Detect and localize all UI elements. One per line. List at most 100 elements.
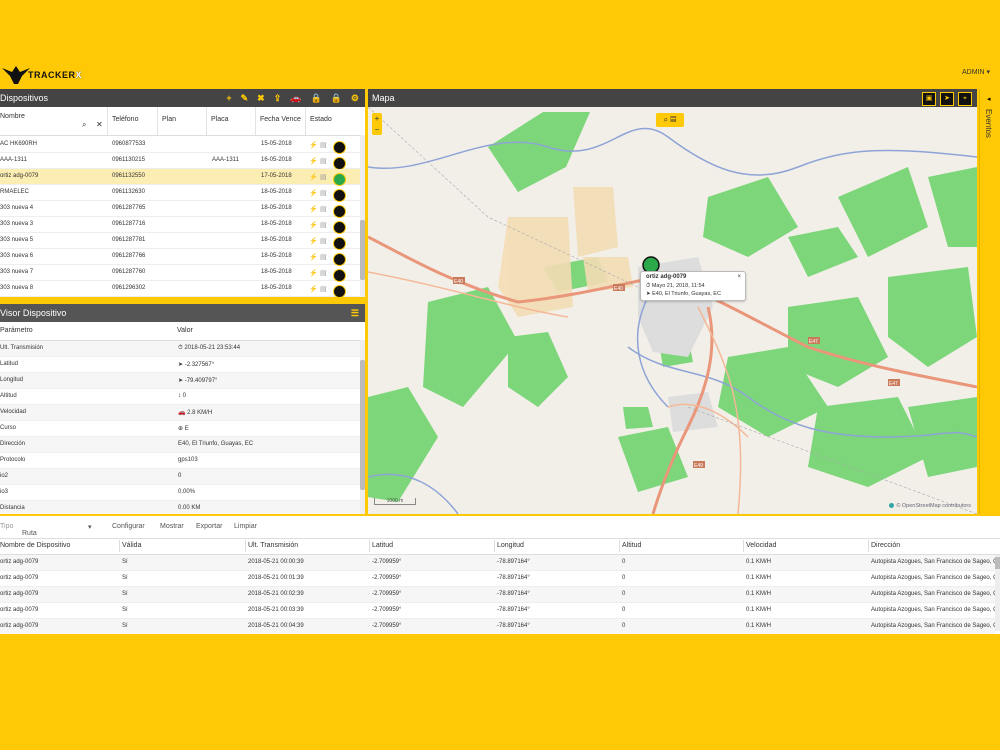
history-cell: 0 — [622, 623, 626, 629]
signal-icon: ⚡ — [309, 254, 318, 261]
zoom-control[interactable]: + − — [372, 113, 382, 135]
road-label: E49 — [694, 463, 703, 469]
device-name: 303 nueva 5 — [0, 237, 34, 243]
history-col[interactable]: Altitud — [622, 542, 641, 549]
history-cell: ortiz adg-0079 — [0, 591, 39, 597]
clear-filter-icon[interactable]: ✕ — [96, 120, 103, 129]
param-name: io2 — [0, 473, 9, 479]
device-row[interactable]: 303 nueva 3 0961287716 18-05-2018 ⚡ ▤ — [0, 217, 360, 234]
device-name: 303 nueva 4 — [0, 205, 34, 211]
delete-icon[interactable]: ✖ — [257, 89, 265, 107]
device-phone: 0961287765 — [112, 205, 146, 211]
history-rows: ortiz adg-0079 Sí 2018-05-21 00:00:39 -2.70… — [0, 555, 1000, 634]
history-row[interactable]: ortiz adg-0079 Sí 2018-05-21 00:00:39 -2.70… — [0, 555, 1000, 571]
signal-icon: ⚡ — [309, 206, 318, 213]
col-nombre[interactable]: Nombre ⌕ ✕ — [0, 107, 108, 135]
device-row[interactable]: 303 nueva 8 0961296302 18-05-2018 ⚡ ▤ — [0, 281, 360, 297]
param-name: io3 — [0, 489, 9, 495]
history-cell: Sí — [122, 575, 128, 581]
col-plan[interactable]: Plan — [158, 107, 207, 135]
col-telefono[interactable]: Teléfono — [108, 107, 158, 135]
history-col[interactable]: Ult. Transmisión — [248, 542, 298, 549]
vehicle-icon[interactable]: 🚗 — [290, 89, 301, 107]
param-value: ⊕ E — [178, 426, 189, 432]
limpiar-button[interactable]: Limpiar — [234, 523, 257, 530]
search-icon[interactable]: ⌕ — [82, 120, 86, 130]
col-fecha-vence[interactable]: Fecha Vence — [256, 107, 306, 135]
lock-icon[interactable]: 🔒 — [331, 89, 342, 107]
col-estado[interactable]: Estado — [306, 107, 360, 135]
expand-events-icon[interactable]: ◂ — [987, 95, 991, 103]
history-col[interactable]: Dirección — [871, 542, 900, 549]
history-row[interactable]: ortiz adg-0079 Sí 2018-05-21 00:01:39 -2.70… — [0, 571, 1000, 587]
user-menu[interactable]: ADMIN ▾ — [962, 68, 990, 76]
mostrar-button[interactable]: Mostrar — [160, 523, 184, 530]
popup-close-icon[interactable]: × — [737, 274, 741, 280]
device-name: ortiz adg-0079 — [0, 173, 39, 179]
device-row[interactable]: 303 nueva 4 0961287765 18-05-2018 ⚡ ▤ — [0, 201, 360, 218]
history-col[interactable]: Velocidad — [746, 542, 776, 549]
road-label: E40 — [454, 279, 463, 285]
history-row[interactable]: ortiz adg-0079 Sí 2018-05-21 00:04:39 -2.70… — [0, 619, 1000, 634]
history-col[interactable]: Latitud — [372, 542, 393, 549]
param-name: Ult. Transmisión — [0, 345, 44, 351]
navigate-icon[interactable]: ➤ — [940, 92, 954, 106]
param-name: Distancia — [0, 505, 25, 511]
tipo-label: Tipo — [0, 523, 14, 530]
map-canvas[interactable]: E40 E40 E47 E47 E49 — [368, 107, 977, 514]
history-row[interactable]: ortiz adg-0079 Sí 2018-05-21 00:02:39 -2.70… — [0, 587, 1000, 603]
battery-icon: ▤ — [320, 190, 327, 197]
events-sidebar[interactable]: ◂ Eventos — [979, 89, 1000, 514]
signal-icon: ⚡ — [309, 158, 318, 165]
device-row[interactable]: 303 nueva 7 0961287760 18-05-2018 ⚡ ▤ — [0, 265, 360, 282]
settings-icon[interactable]: ⚙ — [351, 89, 359, 107]
upload-icon[interactable]: ⇪ — [274, 89, 282, 107]
map-search-icon[interactable]: ⌕ ▤ — [656, 113, 684, 127]
device-phone: 0960877533 — [112, 141, 146, 147]
lock-icon[interactable]: 🔒 — [310, 89, 321, 107]
battery-icon: ▤ — [320, 222, 327, 229]
history-col[interactable]: Nombre de Dispositivo — [0, 542, 70, 549]
viewer-row: Distancia 0.00 KM — [0, 501, 360, 514]
device-row[interactable]: AC HK690RH 0960877533 15-05-2018 ⚡ ▤ — [0, 137, 360, 154]
device-phone: 0961296302 — [112, 285, 146, 291]
history-cell: 0 — [622, 591, 626, 597]
menu-icon[interactable]: ☰ — [351, 304, 359, 322]
device-row[interactable]: RMAELEC 0961132630 18-05-2018 ⚡ ▤ — [0, 185, 360, 202]
device-name: 303 nueva 3 — [0, 221, 34, 227]
edit-icon[interactable]: ✎ — [241, 89, 249, 107]
history-col[interactable]: Longitud — [497, 542, 524, 549]
viewer-row: Curso ⊕ E — [0, 421, 360, 437]
locate-icon[interactable]: ⌖ — [958, 92, 972, 106]
history-cell: 0 — [622, 559, 626, 565]
history-scrollbar[interactable] — [995, 555, 1000, 631]
param-value: ↕ 0 — [178, 393, 187, 399]
param-name: Latitud — [0, 361, 19, 367]
chevron-down-icon[interactable]: ▾ — [88, 523, 92, 531]
viewer-row: io3 0.00% — [0, 485, 360, 501]
history-row[interactable]: ortiz adg-0079 Sí 2018-05-21 00:03:39 -2.70… — [0, 603, 1000, 619]
device-row[interactable]: 303 nueva 5 0961287781 18-05-2018 ⚡ ▤ — [0, 233, 360, 250]
app-header: TRACKERX ADMIN ▾ — [0, 60, 1000, 88]
devices-title: Dispositivos — [0, 93, 49, 103]
add-device-icon[interactable]: + — [226, 89, 231, 107]
road-label: E47 — [809, 339, 818, 345]
device-row[interactable]: 303 nueva 6 0961287766 18-05-2018 ⚡ ▤ — [0, 249, 360, 266]
col-placa[interactable]: Placa — [207, 107, 256, 135]
device-row[interactable]: ortiz adg-0079 0961132550 17-05-2018 ⚡ ▤ — [0, 169, 360, 186]
history-cell: Sí — [122, 607, 128, 613]
param-name: Longitud — [0, 377, 24, 383]
configurar-button[interactable]: Configurar — [112, 523, 145, 530]
devices-scrollbar[interactable] — [360, 135, 365, 297]
history-cell: 0.1 KM/H — [746, 575, 772, 581]
viewer-scrollbar[interactable] — [360, 340, 365, 514]
device-phone: 0961130215 — [112, 157, 145, 163]
history-col[interactable]: Válida — [122, 542, 141, 549]
history-cell: 2018-05-21 00:01:39 — [248, 575, 304, 581]
viewer-table-header: Parámetro Valor — [0, 322, 360, 341]
layers-icon[interactable]: ▣ — [922, 92, 936, 106]
exportar-button[interactable]: Exportar — [196, 523, 222, 530]
device-row[interactable]: AAA-1311 0961130215 AAA-1311 16-05-2018 ⚡ ▤ — [0, 153, 360, 170]
history-cell: ortiz adg-0079 — [0, 575, 39, 581]
history-cell: Autopista Azogues, San Francisco de Sage… — [871, 591, 1000, 597]
